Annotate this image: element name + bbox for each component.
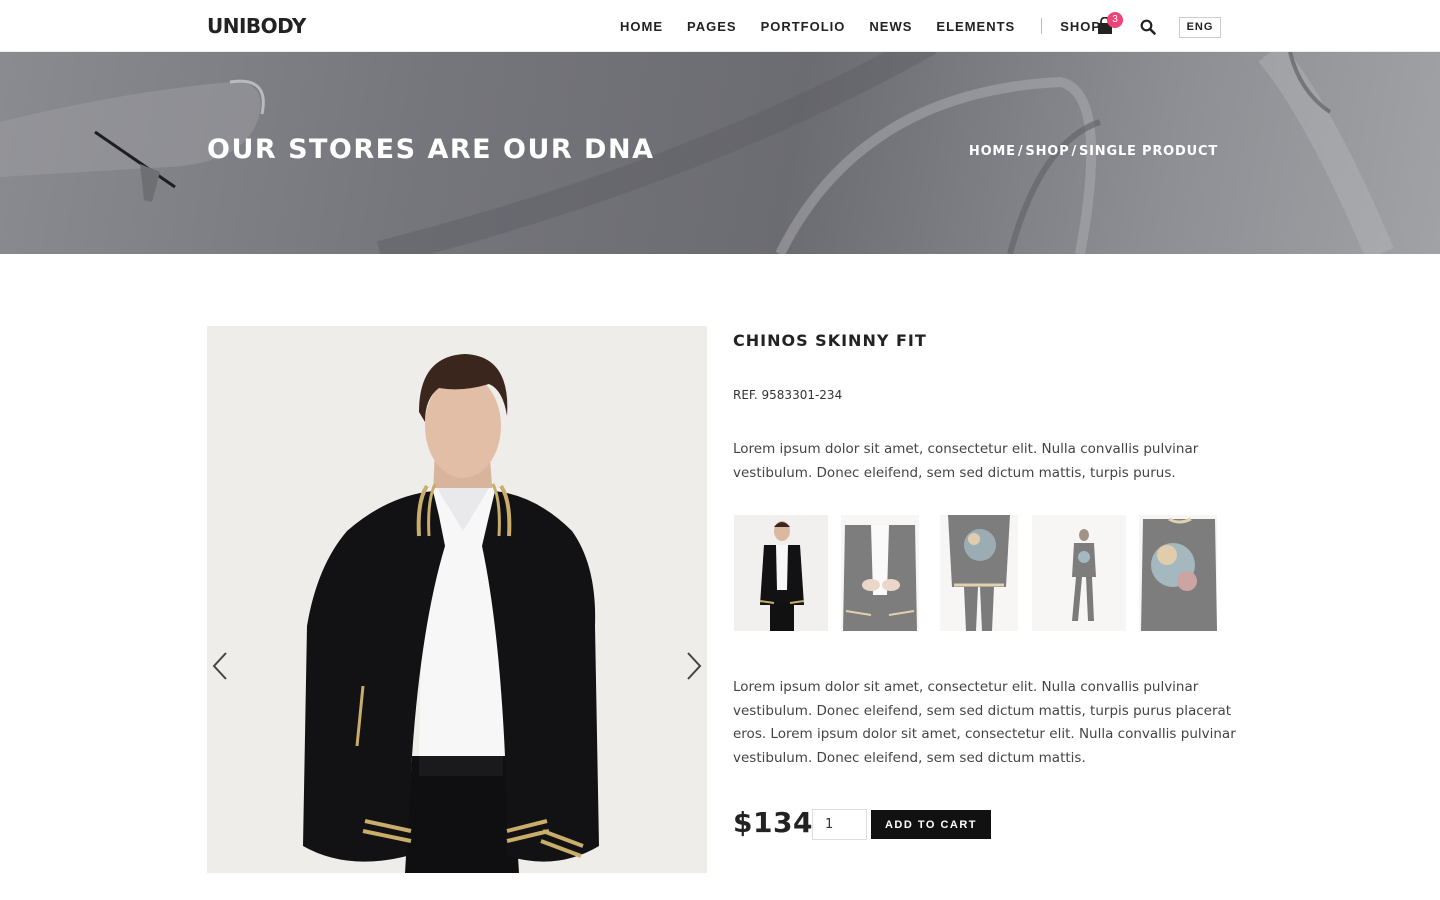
nav-portfolio[interactable]: PORTFOLIO [761, 19, 846, 34]
quantity-input[interactable] [812, 809, 867, 840]
thumbnail-5[interactable] [1139, 515, 1217, 631]
banner-title: OUR STORES ARE OUR DNA [207, 134, 655, 165]
product-thumbnails [734, 515, 1234, 631]
search-icon[interactable] [1140, 19, 1156, 35]
nav-news[interactable]: NEWS [869, 19, 912, 34]
prev-image-arrow-icon[interactable] [210, 651, 230, 681]
nav-shop[interactable]: SHOP [1060, 19, 1101, 34]
breadcrumb: HOME / SHOP / SINGLE PRODUCT [968, 144, 1219, 159]
product-description-long: Lorem ipsum dolor sit amet, consectetur … [733, 679, 1236, 766]
site-header: UNIBODY HOME PAGES PORTFOLIO NEWS ELEMEN… [0, 0, 1440, 52]
breadcrumb-current: SINGLE PRODUCT [1079, 144, 1218, 159]
breadcrumb-shop[interactable]: SHOP [1025, 144, 1069, 159]
page-banner: OUR STORES ARE OUR DNA HOME / SHOP / SIN… [0, 52, 1440, 254]
product-photo-model [207, 326, 707, 873]
product-ref: REF. 9583301-234 [733, 388, 843, 402]
breadcrumb-separator: / [1017, 144, 1024, 159]
thumbnail-2[interactable] [841, 515, 919, 631]
next-image-arrow-icon[interactable] [684, 651, 704, 681]
add-to-cart-button[interactable]: ADD TO CART [871, 810, 991, 839]
product-main-image [207, 326, 707, 873]
cart-count-badge: 3 [1107, 12, 1123, 28]
thumbnail-4[interactable] [1032, 515, 1126, 631]
thumbnail-1[interactable] [734, 515, 828, 631]
breadcrumb-separator: / [1071, 144, 1077, 159]
breadcrumb-home[interactable]: HOME [969, 144, 1016, 159]
product-price: $134 [733, 806, 813, 839]
thumbnail-3[interactable] [940, 515, 1018, 631]
nav-home[interactable]: HOME [620, 19, 663, 34]
nav-pages[interactable]: PAGES [687, 19, 737, 34]
nav-elements[interactable]: ELEMENTS [936, 19, 1015, 34]
logo[interactable]: UNIBODY [207, 14, 306, 38]
product-title: CHINOS SKINNY FIT [733, 331, 927, 350]
language-selector[interactable]: ENG [1179, 17, 1221, 38]
main-nav: HOME PAGES PORTFOLIO NEWS ELEMENTS SHOP [620, 0, 1125, 52]
product-description-short: Lorem ipsum dolor sit amet, consectetur … [733, 441, 1199, 481]
nav-divider [1041, 18, 1043, 34]
